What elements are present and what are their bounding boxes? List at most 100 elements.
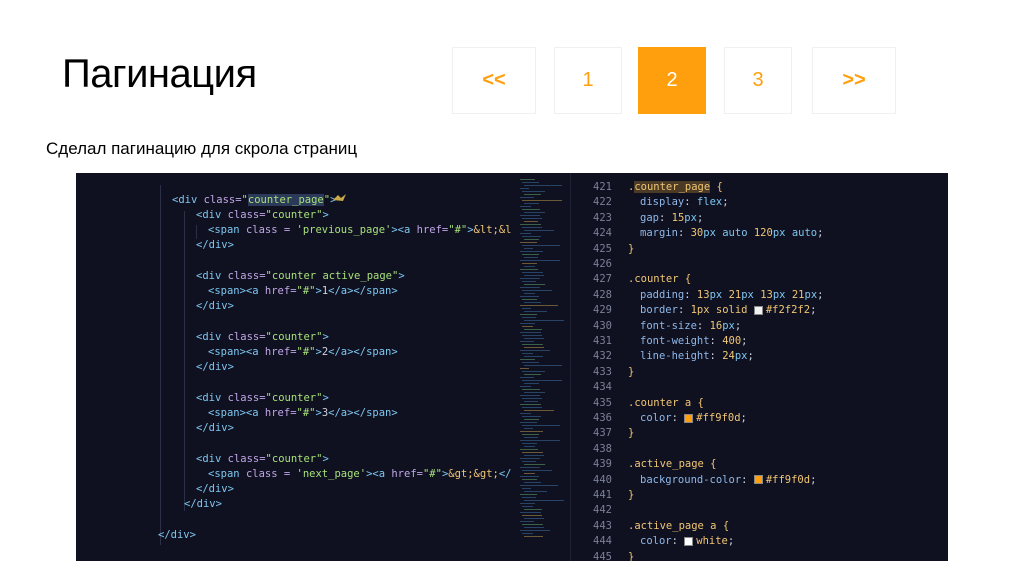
minimap-line [522, 425, 560, 426]
pagination-page-2-button[interactable]: 2 [638, 47, 706, 114]
code-line: </div> [196, 483, 234, 495]
line-number: 425 [593, 242, 612, 255]
code-line: <div class="counter"> [196, 453, 329, 465]
minimap-line [522, 506, 533, 507]
minimap-line [524, 500, 564, 501]
line-number: 445 [593, 550, 612, 561]
minimap-line [522, 524, 543, 525]
minimap-line [522, 326, 533, 327]
minimap-line [524, 518, 544, 519]
css-code-line: border: 1px solid #f2f2f2; [640, 304, 817, 317]
editor-minimap[interactable] [516, 173, 566, 561]
indent-guide [160, 185, 161, 545]
minimap-line [520, 215, 540, 216]
minimap-line [522, 497, 536, 498]
minimap-line [522, 434, 539, 435]
css-code-line: padding: 13px 21px 13px 21px; [640, 288, 824, 301]
minimap-line [524, 275, 544, 276]
line-number: 441 [593, 489, 612, 501]
line-number: 442 [593, 504, 612, 517]
minimap-line [522, 452, 543, 453]
minimap-line [524, 527, 544, 528]
minimap-line [524, 473, 536, 474]
line-number: 439 [593, 458, 612, 471]
minimap-line [522, 281, 536, 282]
minimap-line [524, 446, 535, 447]
minimap-line [520, 350, 550, 351]
minimap-line [520, 413, 532, 414]
pagination-page-1-button[interactable]: 1 [554, 47, 622, 114]
line-number: 429 [593, 304, 612, 317]
css-code-line: .counter_page { [628, 181, 723, 193]
pagination-page-3-button[interactable]: 3 [724, 47, 792, 114]
minimap-line [522, 407, 542, 408]
minimap-line [522, 443, 537, 444]
minimap-line [520, 458, 540, 459]
line-number: 444 [593, 535, 612, 548]
minimap-line [520, 305, 558, 306]
minimap-line [522, 254, 539, 255]
minimap-line [524, 248, 533, 249]
minimap-line [524, 293, 536, 294]
minimap-line [520, 368, 529, 369]
css-code-line: margin: 30px auto 120px auto; [640, 227, 824, 240]
minimap-line [524, 392, 545, 393]
code-line: <div class="counter_page"> [172, 194, 336, 206]
minimap-line [520, 341, 534, 342]
minimap-line [520, 188, 529, 189]
minimap-line [520, 359, 535, 360]
minimap-line [520, 197, 534, 198]
code-line: <span class = 'previous_page'><a href="#… [208, 224, 512, 236]
minimap-line [522, 299, 537, 300]
code-editor-screenshot: <div class="counter_page"> <div class="c… [76, 173, 948, 561]
css-code-line: display: flex; [640, 196, 729, 209]
minimap-line [522, 461, 536, 462]
minimap-line [520, 395, 540, 396]
minimap-line [520, 422, 537, 423]
pagination-prev-button[interactable]: << [452, 47, 536, 114]
code-line: </div> [158, 529, 196, 541]
minimap-line [522, 236, 542, 237]
minimap-line [522, 371, 545, 372]
pane-divider[interactable] [570, 173, 571, 561]
pagination-next-button[interactable]: >> [812, 47, 896, 114]
minimap-line [520, 467, 540, 468]
minimap-line [520, 485, 558, 486]
css-code-line: color: #ff9f0d; [640, 412, 747, 424]
minimap-line [524, 455, 544, 456]
minimap-line [524, 365, 562, 366]
minimap-line [520, 206, 531, 207]
subtitle: Сделал пагинацию для скрола страниц [46, 139, 358, 158]
minimap-line [524, 464, 545, 465]
minimap-line [524, 239, 539, 240]
minimap-line [522, 353, 534, 354]
minimap-line [520, 530, 550, 531]
css-code-line: } [628, 242, 635, 255]
css-code-line: } [628, 427, 635, 440]
line-number: 422 [593, 196, 612, 209]
css-code-line: .counter a { [628, 396, 704, 409]
minimap-line [524, 320, 564, 321]
minimap-line [524, 311, 547, 312]
minimap-line [524, 212, 545, 213]
minimap-line [524, 329, 542, 330]
minimap-line [524, 428, 533, 429]
line-number: 433 [593, 365, 612, 378]
minimap-line [524, 410, 554, 411]
css-code-line: } [628, 489, 635, 501]
css-code-line: gap: 15px; [640, 211, 704, 224]
line-number: 435 [593, 396, 612, 409]
minimap-line [520, 179, 535, 180]
code-line: <div class="counter"> [196, 209, 329, 221]
line-number: 438 [593, 442, 612, 455]
minimap-line [522, 263, 537, 264]
minimap-line [520, 269, 538, 270]
minimap-line [522, 245, 560, 246]
page-title: Пагинация [62, 52, 257, 96]
minimap-line [520, 314, 537, 315]
code-line: <div class="counter"> [196, 331, 329, 343]
minimap-line [524, 482, 541, 483]
minimap-line [524, 221, 538, 222]
minimap-line [522, 191, 545, 192]
css-code-line: .active_page { [628, 458, 717, 471]
